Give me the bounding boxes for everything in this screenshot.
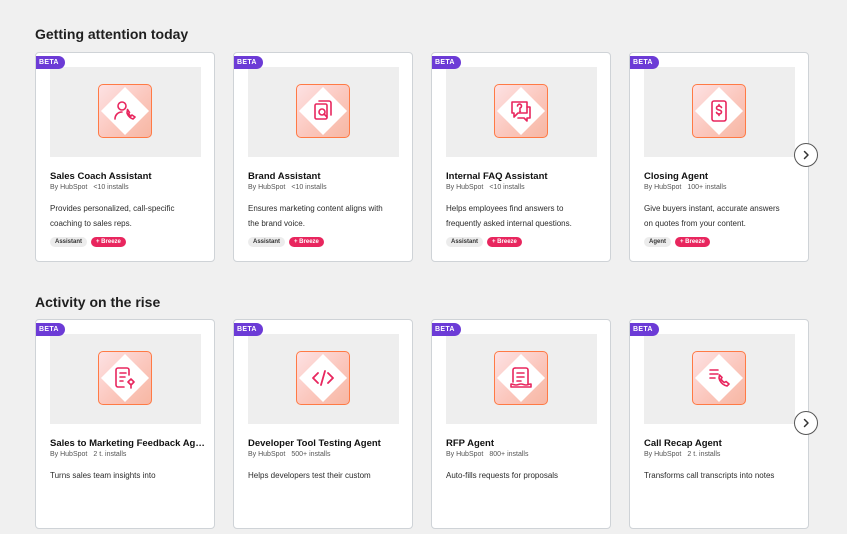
card-meta: By HubSpot 500+ installs [248,451,330,458]
card-installs: 800+ installs [489,451,529,458]
card-author: By HubSpot [248,451,286,458]
card-title[interactable]: RFP Agent [446,438,601,449]
carousel-next-button[interactable] [794,143,818,167]
beta-badge: BETA [234,323,263,336]
code-icon [296,351,350,405]
card-thumbnail [248,334,399,424]
rfp-document-icon [494,351,548,405]
card-installs: <10 installs [291,184,327,191]
brand-document-icon [296,84,350,138]
breeze-tag: + Breeze [675,237,710,247]
card-meta: By HubSpot 100+ installs [644,184,726,191]
card-author: By HubSpot [644,184,682,191]
app-card[interactable]: BETA Closing Agent By HubSpot 100+ instal… [629,52,809,262]
beta-badge: BETA [630,323,659,336]
beta-badge: BETA [36,56,65,69]
card-description: Give buyers instant, accurate answers on … [644,204,780,228]
user-phone-icon [98,84,152,138]
app-card[interactable]: BETA Internal FAQ Assistant By HubSpot <1… [431,52,611,262]
beta-badge: BETA [36,323,65,336]
card-row-activity: BETA Sales to Marketing Feedback Agent B… [0,319,847,534]
section-title-attention: Getting attention today [35,26,189,42]
card-installs: 100+ installs [687,184,727,191]
card-thumbnail [446,67,597,157]
card-description: Turns sales team insights into [50,471,156,480]
card-meta: By HubSpot 2 t. installs [644,451,720,458]
question-chat-icon [494,84,548,138]
dollar-document-icon [692,84,746,138]
beta-badge: BETA [432,323,461,336]
card-thumbnail [644,67,795,157]
card-title[interactable]: Closing Agent [644,171,799,182]
card-tags: Assistant + Breeze [248,237,324,247]
card-installs: 500+ installs [291,451,331,458]
card-thumbnail [50,67,201,157]
card-meta: By HubSpot <10 installs [50,184,129,191]
card-description: Helps developers test their custom [248,471,371,480]
breeze-tag: + Breeze [91,237,126,247]
card-description: Helps employees find answers to frequentl… [446,204,572,228]
card-description: Auto-fills requests for proposals [446,471,559,480]
card-title[interactable]: Brand Assistant [248,171,403,182]
app-card[interactable]: BETA Sales to Marketing Feedback Agent B… [35,319,215,529]
type-tag: Assistant [50,237,88,247]
card-thumbnail [50,334,201,424]
type-tag: Assistant [248,237,286,247]
carousel-next-button[interactable] [794,411,818,435]
beta-badge: BETA [432,56,461,69]
card-description: Transforms call transcripts into notes [644,471,775,480]
type-tag: Assistant [446,237,484,247]
type-tag: Agent [644,237,671,247]
card-description: Ensures marketing content aligns with the… [248,204,383,228]
card-author: By HubSpot [50,184,88,191]
call-recap-icon [692,351,746,405]
app-card[interactable]: BETA Sales Coach Assistant By HubSpot <10… [35,52,215,262]
card-installs: 2 t. installs [687,451,721,458]
card-title[interactable]: Sales Coach Assistant [50,171,205,182]
card-author: By HubSpot [50,451,88,458]
card-installs: <10 installs [93,184,129,191]
app-card[interactable]: BETA Call Recap Agent By HubSpot 2 t. ins… [629,319,809,529]
card-meta: By HubSpot <10 installs [248,184,327,191]
card-title[interactable]: Sales to Marketing Feedback Agent [50,438,205,449]
app-card[interactable]: BETA Developer Tool Testing Agent By Hub… [233,319,413,529]
app-card[interactable]: BETA Brand Assistant By HubSpot <10 insta… [233,52,413,262]
card-description: Provides personalized, call-specific coac… [50,204,175,228]
card-title[interactable]: Call Recap Agent [644,438,799,449]
card-author: By HubSpot [644,451,682,458]
card-installs: <10 installs [489,184,525,191]
card-author: By HubSpot [446,451,484,458]
chevron-right-icon [803,150,809,160]
card-row-attention: BETA Sales Coach Assistant By HubSpot <10… [0,52,847,267]
breeze-tag: + Breeze [289,237,324,247]
card-tags: Assistant + Breeze [50,237,126,247]
beta-badge: BETA [234,56,263,69]
card-thumbnail [446,334,597,424]
card-author: By HubSpot [248,184,286,191]
beta-badge: BETA [630,56,659,69]
card-meta: By HubSpot <10 installs [446,184,525,191]
card-meta: By HubSpot 800+ installs [446,451,528,458]
breeze-tag: + Breeze [487,237,522,247]
card-title[interactable]: Internal FAQ Assistant [446,171,601,182]
section-title-activity: Activity on the rise [35,294,161,310]
card-author: By HubSpot [446,184,484,191]
card-thumbnail [644,334,795,424]
app-card[interactable]: BETA RFP Agent By HubSpot 800+ installs A… [431,319,611,529]
card-thumbnail [248,67,399,157]
feedback-document-icon [98,351,152,405]
card-tags: Assistant + Breeze [446,237,522,247]
chevron-right-icon [803,418,809,428]
card-installs: 2 t. installs [93,451,127,458]
card-tags: Agent + Breeze [644,237,710,247]
card-meta: By HubSpot 2 t. installs [50,451,126,458]
card-title[interactable]: Developer Tool Testing Agent [248,438,403,449]
